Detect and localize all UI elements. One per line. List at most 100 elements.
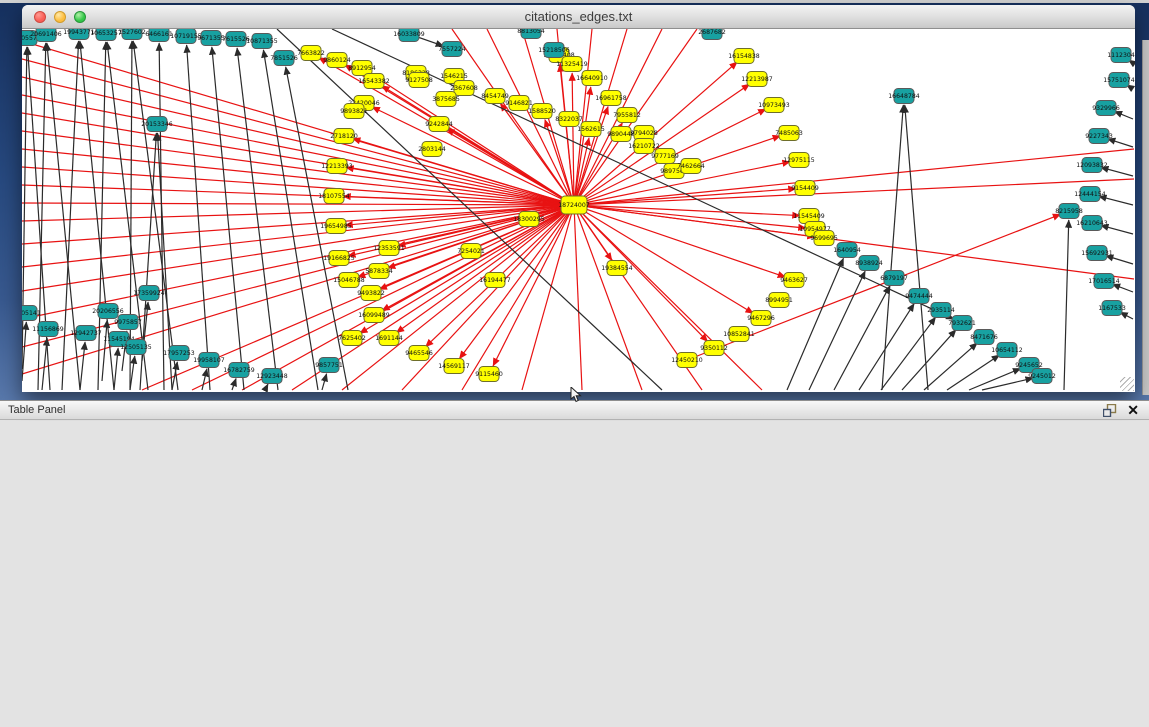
- svg-text:16194477: 16194477: [479, 277, 511, 284]
- svg-text:12444154: 12444154: [1074, 191, 1106, 198]
- close-icon[interactable]: ✕: [1127, 403, 1139, 417]
- svg-text:15751074: 15751074: [1103, 77, 1135, 84]
- svg-text:10653257: 10653257: [90, 30, 122, 37]
- svg-text:9493822: 9493822: [357, 290, 385, 297]
- svg-text:7663822: 7663822: [297, 50, 325, 57]
- svg-text:9857751: 9857751: [315, 362, 343, 369]
- svg-text:9463627: 9463627: [780, 277, 808, 284]
- svg-text:9329966: 9329966: [1092, 105, 1120, 112]
- svg-text:2687682: 2687682: [698, 29, 726, 36]
- svg-text:12505135: 12505135: [120, 344, 152, 351]
- svg-text:19166825: 19166825: [323, 255, 355, 262]
- svg-text:19384554: 19384554: [601, 265, 633, 272]
- svg-text:1562615: 1562615: [577, 126, 605, 133]
- svg-text:11156869: 11156869: [32, 326, 64, 333]
- table-panel-titlebar[interactable]: Table Panel ✕: [0, 400, 1149, 420]
- svg-text:10654112: 10654112: [991, 347, 1023, 354]
- svg-text:19654985: 19654985: [320, 223, 352, 230]
- svg-text:9242844: 9242844: [425, 121, 453, 128]
- cytoscape-app: citations_edges.txt 18724007 766382298601…: [0, 0, 1149, 727]
- svg-text:16033809: 16033809: [393, 31, 425, 38]
- svg-text:12450210: 12450210: [671, 357, 703, 364]
- svg-text:1546215: 1546215: [440, 73, 468, 80]
- svg-text:9227343: 9227343: [1085, 133, 1113, 140]
- svg-text:7557224: 7557224: [438, 46, 466, 53]
- svg-text:9465546: 9465546: [405, 350, 433, 357]
- svg-text:8938924: 8938924: [855, 260, 883, 267]
- network-canvas[interactable]: 1872400776638229860124891295416543382224…: [22, 29, 1135, 392]
- svg-text:8994951: 8994951: [765, 297, 793, 304]
- svg-text:15218506: 15218506: [538, 47, 570, 54]
- svg-text:12213987: 12213987: [741, 76, 773, 83]
- svg-text:6879197: 6879197: [880, 275, 908, 282]
- svg-text:1167533: 1167533: [1098, 305, 1126, 312]
- svg-text:16154838: 16154838: [728, 53, 760, 60]
- svg-text:8454749: 8454749: [481, 93, 509, 100]
- svg-text:20691406: 20691406: [30, 31, 62, 38]
- svg-text:19958107: 19958107: [193, 357, 225, 364]
- svg-text:8215958: 8215958: [1055, 208, 1083, 215]
- network-view-window[interactable]: citations_edges.txt 18724007 766382298601…: [22, 5, 1135, 392]
- svg-text:2718120: 2718120: [330, 133, 358, 140]
- desktop-right-strip: [1142, 40, 1149, 395]
- svg-text:7462664: 7462664: [677, 163, 705, 170]
- svg-text:12353591: 12353591: [373, 245, 405, 252]
- svg-text:9975857: 9975857: [114, 319, 142, 326]
- svg-text:8471676: 8471676: [970, 334, 998, 341]
- svg-text:15692931: 15692931: [1081, 250, 1113, 257]
- svg-text:7955812: 7955812: [613, 112, 641, 119]
- svg-text:12213393: 12213393: [321, 163, 353, 170]
- svg-text:9467296: 9467296: [747, 315, 775, 322]
- svg-text:12923448: 12923448: [256, 373, 288, 380]
- svg-text:7625402: 7625402: [338, 335, 366, 342]
- svg-text:9671355: 9671355: [197, 35, 225, 42]
- svg-text:16648784: 16648784: [888, 93, 920, 100]
- svg-text:9127508: 9127508: [405, 77, 433, 84]
- citation-network-graph[interactable]: 1872400776638229860124891295416543382224…: [22, 29, 1135, 392]
- table-panel-body: f(x) citations_edges.txt ▲▼ namein_degre…: [0, 421, 1149, 727]
- svg-text:6466161: 6466161: [145, 31, 173, 38]
- svg-text:10973493: 10973493: [758, 102, 790, 109]
- mouse-cursor: [570, 387, 584, 403]
- svg-text:9245012: 9245012: [1028, 373, 1056, 380]
- svg-text:15046788: 15046788: [333, 277, 365, 284]
- svg-text:8912954: 8912954: [348, 65, 376, 72]
- svg-text:16640910: 16640910: [576, 75, 608, 82]
- svg-text:7932621: 7932621: [948, 320, 976, 327]
- svg-text:18107554: 18107554: [318, 193, 350, 200]
- float-window-icon[interactable]: [1103, 404, 1117, 417]
- svg-text:20153346: 20153346: [141, 121, 173, 128]
- svg-text:12975115: 12975115: [783, 157, 815, 164]
- svg-text:8505141: 8505141: [22, 310, 41, 317]
- svg-text:16099489: 16099489: [358, 312, 390, 319]
- table-panel-title: Table Panel: [8, 404, 66, 416]
- svg-text:16543382: 16543382: [358, 78, 390, 85]
- svg-text:2935114: 2935114: [927, 307, 955, 314]
- svg-text:18724007: 18724007: [558, 202, 590, 209]
- svg-text:2367608: 2367608: [450, 85, 478, 92]
- svg-text:12093832: 12093832: [1076, 162, 1108, 169]
- svg-text:17016514: 17016514: [1088, 278, 1120, 285]
- svg-text:7851526: 7851526: [270, 55, 298, 62]
- svg-text:8322037: 8322037: [555, 116, 583, 123]
- window-resize-grip[interactable]: [1120, 377, 1134, 391]
- svg-text:14569117: 14569117: [438, 363, 470, 370]
- svg-text:1112304: 1112304: [1107, 52, 1135, 59]
- window-titlebar[interactable]: citations_edges.txt: [22, 5, 1135, 29]
- svg-text:10852841: 10852841: [723, 331, 755, 338]
- svg-text:9860124: 9860124: [323, 57, 351, 64]
- svg-text:16210722: 16210722: [628, 143, 660, 150]
- svg-text:1588520: 1588520: [528, 108, 556, 115]
- svg-text:9777169: 9777169: [651, 153, 679, 160]
- svg-text:8813054: 8813054: [517, 29, 545, 35]
- svg-text:18300295: 18300295: [513, 216, 545, 223]
- svg-text:9794028: 9794028: [630, 130, 658, 137]
- svg-text:1527602: 1527602: [118, 29, 146, 36]
- svg-text:16210643: 16210643: [1076, 220, 1108, 227]
- svg-text:17957253: 17957253: [163, 350, 195, 357]
- svg-text:10871355: 10871355: [246, 38, 278, 45]
- svg-text:9893821: 9893821: [340, 108, 368, 115]
- svg-text:7485063: 7485063: [775, 130, 803, 137]
- svg-text:16961758: 16961758: [595, 95, 627, 102]
- svg-text:11325419: 11325419: [556, 61, 588, 68]
